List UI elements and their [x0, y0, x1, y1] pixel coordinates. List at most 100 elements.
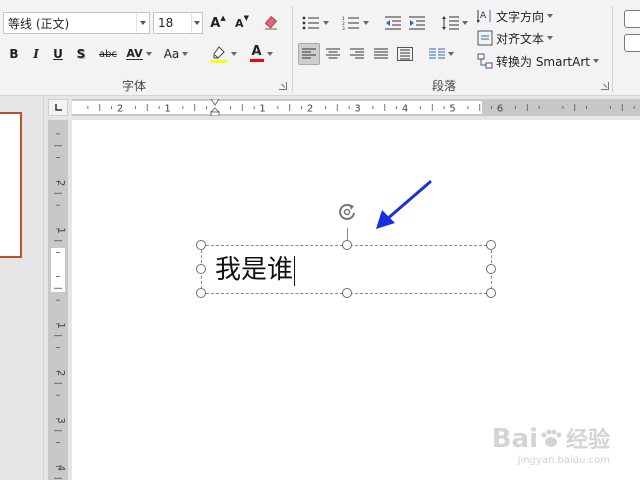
slide-thumbnail-pane[interactable] [0, 96, 44, 480]
decrease-indent-button[interactable] [382, 12, 404, 34]
shape-gallery-item[interactable] [624, 34, 640, 52]
shrink-font-button[interactable]: A ▼ [231, 12, 253, 34]
ruler-label: 4 [55, 465, 66, 471]
font-dialog-launcher[interactable] [279, 82, 287, 90]
ruler-label: 1 [164, 104, 170, 115]
align-center-button[interactable] [322, 43, 344, 65]
bold-button[interactable]: B [4, 43, 24, 65]
align-center-icon [326, 48, 340, 59]
grow-font-button[interactable]: A ▲ [207, 12, 229, 34]
text-box-content[interactable]: 我是谁 [215, 253, 296, 287]
resize-handle-top-right[interactable] [486, 240, 496, 250]
chevron-down-icon [592, 59, 599, 63]
rotate-icon[interactable] [335, 200, 359, 224]
resize-handle-left[interactable] [196, 264, 206, 274]
text-box[interactable]: 我是谁 [196, 228, 496, 298]
font-size-combo[interactable] [153, 12, 203, 34]
shape-gallery-item[interactable] [624, 10, 640, 28]
font-size-input[interactable] [154, 16, 192, 30]
group-separator [292, 6, 293, 92]
ruler-label: 1 [55, 322, 66, 328]
distributed-icon [397, 47, 413, 61]
resize-handle-top[interactable] [342, 240, 352, 250]
columns-icon [428, 48, 445, 59]
numbering-button[interactable]: 123 [338, 12, 372, 34]
chevron-down-icon [461, 21, 468, 25]
chevron-down-icon [266, 52, 273, 56]
left-indent-marker[interactable] [210, 111, 220, 116]
eraser-icon [264, 16, 278, 30]
watermark-sub: 经验 [565, 428, 610, 453]
align-left-button[interactable] [298, 43, 320, 65]
align-right-icon [350, 48, 364, 59]
grow-font-icon: A [210, 15, 221, 31]
increase-indent-icon [409, 16, 425, 30]
distributed-button[interactable] [394, 43, 416, 65]
vertical-ruler[interactable]: 2 1 1 2 3 4 [48, 120, 68, 480]
text-direction-label: 文字方向 [496, 9, 545, 24]
highlighter-icon [210, 46, 227, 63]
align-right-button[interactable] [346, 43, 368, 65]
clear-formatting-button[interactable] [260, 12, 282, 34]
slide-thumbnail[interactable] [0, 112, 22, 258]
ribbon: A▲ A▼ B I U S abc AV Aa A 字体 [0, 0, 640, 96]
increase-indent-button[interactable] [406, 12, 428, 34]
character-spacing-button[interactable]: AV [124, 43, 154, 65]
text-shadow-button[interactable]: S [71, 43, 91, 65]
shrink-font-icon: A [235, 16, 244, 30]
text-direction-button[interactable]: A 文字方向 [476, 6, 584, 26]
justify-button[interactable] [370, 43, 392, 65]
chevron-down-icon [140, 21, 147, 25]
font-name-combo[interactable] [3, 12, 150, 34]
resize-handle-right[interactable] [486, 264, 496, 274]
ruler-label: 2 [307, 104, 313, 115]
resize-handle-bottom-right[interactable] [486, 288, 496, 298]
ruler-label: 4 [402, 104, 408, 115]
resize-handle-bottom[interactable] [342, 288, 352, 298]
bullets-button[interactable] [299, 12, 331, 34]
font-name-dropdown[interactable] [136, 13, 149, 33]
columns-button[interactable] [424, 43, 458, 65]
annotation-arrow-icon [376, 180, 432, 229]
numbered-list-icon: 123 [342, 16, 359, 30]
underline-button[interactable]: U [48, 43, 68, 65]
left-tab-icon [55, 104, 62, 111]
group-separator [612, 6, 613, 92]
chevron-down-icon [362, 21, 369, 25]
text-direction-icon: A [477, 10, 491, 23]
italic-button[interactable]: I [26, 43, 46, 65]
font-group-label: 字体 [122, 79, 147, 93]
align-text-button[interactable]: 对齐文本 [476, 28, 584, 48]
ruler-label: 3 [354, 104, 360, 115]
smartart-icon [477, 53, 493, 69]
chevron-down-icon [547, 36, 554, 40]
line-spacing-button[interactable] [438, 12, 470, 34]
ruler-label: 1 [259, 104, 265, 115]
paw-icon [541, 429, 562, 447]
font-color-button[interactable]: A [245, 43, 277, 65]
bullet-list-icon [302, 16, 319, 30]
highlight-color-button[interactable] [205, 43, 241, 65]
tab-selector[interactable] [48, 99, 68, 116]
resize-handle-bottom-left[interactable] [196, 288, 206, 298]
slide-canvas[interactable]: 我是谁 Bai 经验 jingyan.baidu.com [72, 120, 640, 480]
paragraph-dialog-launcher[interactable] [601, 82, 609, 90]
ruler-label: 2 [55, 180, 66, 186]
convert-smartart-button[interactable]: 转换为 SmartArt [476, 51, 606, 71]
svg-text:A: A [480, 11, 487, 21]
horizontal-ruler[interactable]: 2 1 1 2 3 4 5 6 [72, 99, 640, 116]
chevron-down-icon [194, 21, 201, 25]
change-case-button[interactable]: Aa [160, 43, 192, 65]
chevron-down-icon [547, 14, 554, 18]
ruler-label: 6 [497, 104, 503, 115]
ruler-label: 2 [55, 370, 66, 376]
character-spacing-icon: AV [126, 47, 143, 60]
font-name-input[interactable] [4, 16, 137, 30]
text-box-text: 我是谁 [215, 255, 294, 285]
resize-handle-top-left[interactable] [196, 240, 206, 250]
align-text-label: 对齐文本 [496, 31, 545, 46]
chevron-down-icon [230, 52, 237, 56]
watermark: Bai 经验 jingyan.baidu.com [492, 422, 610, 466]
font-size-dropdown[interactable] [191, 13, 202, 33]
strikethrough-button[interactable]: abc [95, 43, 121, 65]
